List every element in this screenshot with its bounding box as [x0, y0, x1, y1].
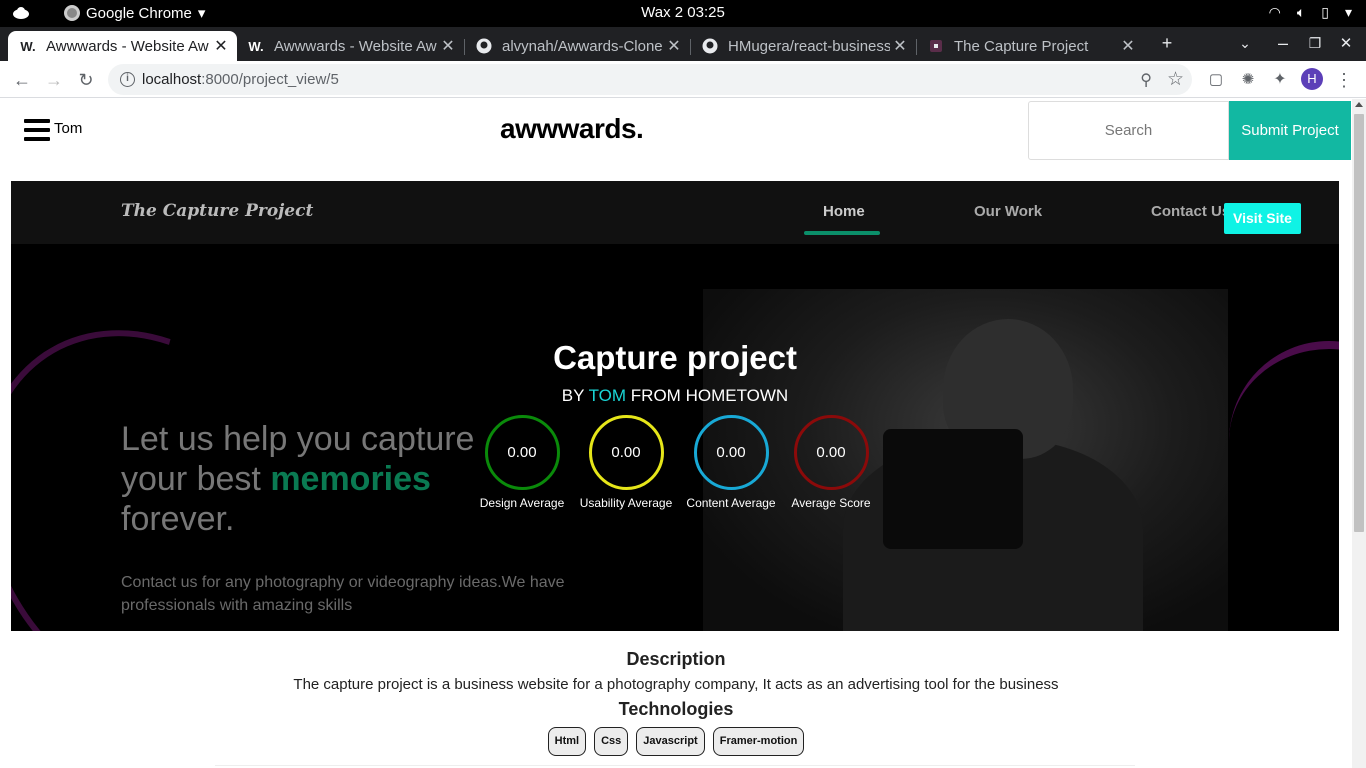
awwwards-favicon-icon: W. — [20, 38, 36, 54]
volume-icon[interactable]: 🔈︎ — [1297, 4, 1305, 21]
tab-awwwards-2[interactable]: W. Awwwards - Website Aw ✕ — [236, 31, 464, 61]
new-tab-icon[interactable]: + — [1155, 33, 1179, 54]
score-label: Average Score — [791, 496, 871, 510]
close-icon[interactable]: ✕ — [664, 36, 684, 56]
close-icon[interactable]: ✕ — [1118, 36, 1138, 56]
score-ring: 0.00 — [484, 415, 560, 490]
description-text: The capture project is a business websit… — [293, 676, 1059, 693]
zoom-icon[interactable]: ⚲ — [1140, 70, 1152, 90]
cast-icon[interactable]: ▢ — [1203, 67, 1229, 93]
score-ring: 0.00 — [793, 415, 869, 490]
score-usability: 0.00 Usability Average — [571, 415, 681, 510]
tab-title: The Capture Project — [954, 37, 1089, 55]
score-label: Content Average — [686, 496, 776, 510]
screenshot-nav: The Capture Project Home Our Work Contac… — [11, 181, 1339, 244]
tech-tag: Html — [547, 727, 587, 756]
tech-tag: Framer-motion — [712, 727, 805, 756]
site-logo[interactable]: awwwards. — [500, 113, 644, 145]
system-tray[interactable]: ◠ 🔈︎ ▯ ▾ — [1269, 4, 1352, 21]
tab-github-react[interactable]: HMugera/react-business ✕ — [690, 31, 916, 61]
screenshot-logo: The Capture Project — [121, 201, 314, 221]
tab-title: Awwwards - Website Aw — [274, 37, 437, 55]
more-menu-icon[interactable]: ⋮ — [1331, 67, 1357, 93]
forward-icon[interactable]: → — [41, 67, 67, 93]
tab-strip: W. Awwwards - Website Aw ✕ W. Awwwards -… — [0, 27, 1366, 61]
close-window-icon[interactable]: ✕ — [1334, 34, 1358, 52]
extensions-puzzle-icon[interactable]: ✦ — [1267, 67, 1293, 93]
page-scrollbar[interactable] — [1352, 99, 1366, 768]
profile-avatar[interactable]: H — [1301, 68, 1323, 90]
back-icon[interactable]: ← — [9, 67, 35, 93]
bookmark-star-icon[interactable]: ☆ — [1167, 68, 1184, 91]
address-bar[interactable]: i localhost:8000/project_view/5 ⚲ ☆ — [108, 64, 1192, 95]
tech-tag: Javascript — [636, 727, 705, 756]
technologies-list: Html Css Javascript Framer-motion — [0, 727, 1352, 756]
url-text[interactable]: localhost:8000/project_view/5 — [142, 71, 339, 88]
technologies-heading: Technologies — [618, 699, 734, 719]
score-ring: 0.00 — [588, 415, 664, 490]
screenshot-nav-work: Our Work — [974, 203, 1043, 220]
score-label: Usability Average — [579, 496, 673, 510]
tab-title: Awwwards - Website Aw — [46, 37, 209, 55]
browser-toolbar: ← → ↻ i localhost:8000/project_view/5 ⚲ … — [0, 61, 1366, 98]
submit-project-button[interactable]: Submit Project — [1229, 101, 1351, 160]
awwwards-favicon-icon: W. — [248, 38, 264, 54]
user-name[interactable]: Tom — [54, 120, 82, 137]
screenshot-contact-text: Contact us for any photography or videog… — [121, 574, 565, 614]
scroll-up-icon[interactable] — [1355, 102, 1363, 107]
tab-capture-project[interactable]: The Capture Project ✕ — [916, 31, 1144, 61]
tab-search-icon[interactable]: ⌄ — [1233, 35, 1257, 52]
search-input[interactable]: Search — [1028, 101, 1229, 160]
wifi-icon[interactable]: ◠ — [1269, 4, 1281, 21]
hamburger-menu-icon[interactable] — [24, 119, 50, 141]
os-top-bar: Google Chrome ▾ Wax 2 03:25 ◠ 🔈︎ ▯ ▾ — [0, 0, 1366, 27]
page-content: Tom awwwards. Search Submit Project The … — [0, 99, 1352, 768]
reload-icon[interactable]: ↻ — [73, 67, 99, 93]
chevron-down-icon[interactable]: ▾ — [1345, 4, 1352, 21]
divider — [215, 765, 1135, 766]
project-title: Capture project — [553, 339, 797, 376]
score-ring: 0.00 — [693, 415, 769, 490]
restore-icon[interactable]: ❐ — [1303, 35, 1327, 52]
minimize-icon[interactable]: – — [1271, 33, 1295, 54]
github-icon — [702, 38, 718, 54]
tab-title: alvynah/Awwards-Clone — [502, 37, 663, 55]
close-icon[interactable]: ✕ — [211, 36, 231, 56]
screenshot-nav-contact: Contact Us — [1151, 203, 1231, 220]
active-nav-underline — [804, 231, 880, 235]
author-link[interactable]: TOM — [589, 386, 626, 405]
site-info-icon[interactable]: i — [120, 72, 135, 87]
github-icon — [476, 38, 492, 54]
tab-title: HMugera/react-business — [728, 37, 890, 55]
score-design: 0.00 Design Average — [467, 415, 577, 510]
screenshot-nav-home: Home — [823, 203, 865, 220]
score-label: Design Average — [479, 496, 565, 510]
scrollbar-thumb[interactable] — [1354, 114, 1364, 532]
tab-awwwards-1[interactable]: W. Awwwards - Website Aw ✕ — [8, 31, 237, 61]
visit-site-button[interactable]: Visit Site — [1224, 203, 1301, 234]
close-icon[interactable]: ✕ — [438, 36, 458, 56]
project-screenshot: The Capture Project Home Our Work Contac… — [11, 181, 1339, 631]
page-favicon-icon — [928, 38, 944, 54]
extension-bug-icon[interactable]: ✺ — [1235, 67, 1261, 93]
system-clock[interactable]: Wax 2 03:25 — [0, 4, 1366, 21]
site-header: Tom awwwards. Search Submit Project — [0, 99, 1352, 179]
tech-tag: Css — [594, 727, 629, 756]
score-average: 0.00 Average Score — [776, 415, 886, 510]
battery-icon[interactable]: ▯ — [1321, 4, 1329, 21]
close-icon[interactable]: ✕ — [890, 36, 910, 56]
score-content: 0.00 Content Average — [676, 415, 786, 510]
description-heading: Description — [626, 649, 726, 669]
tab-github-awwards[interactable]: alvynah/Awwards-Clone ✕ — [464, 31, 690, 61]
project-byline: BY TOM FROM HOMETOWN — [561, 386, 789, 405]
screenshot-tagline: Let us help you capture your best memori… — [121, 420, 475, 538]
